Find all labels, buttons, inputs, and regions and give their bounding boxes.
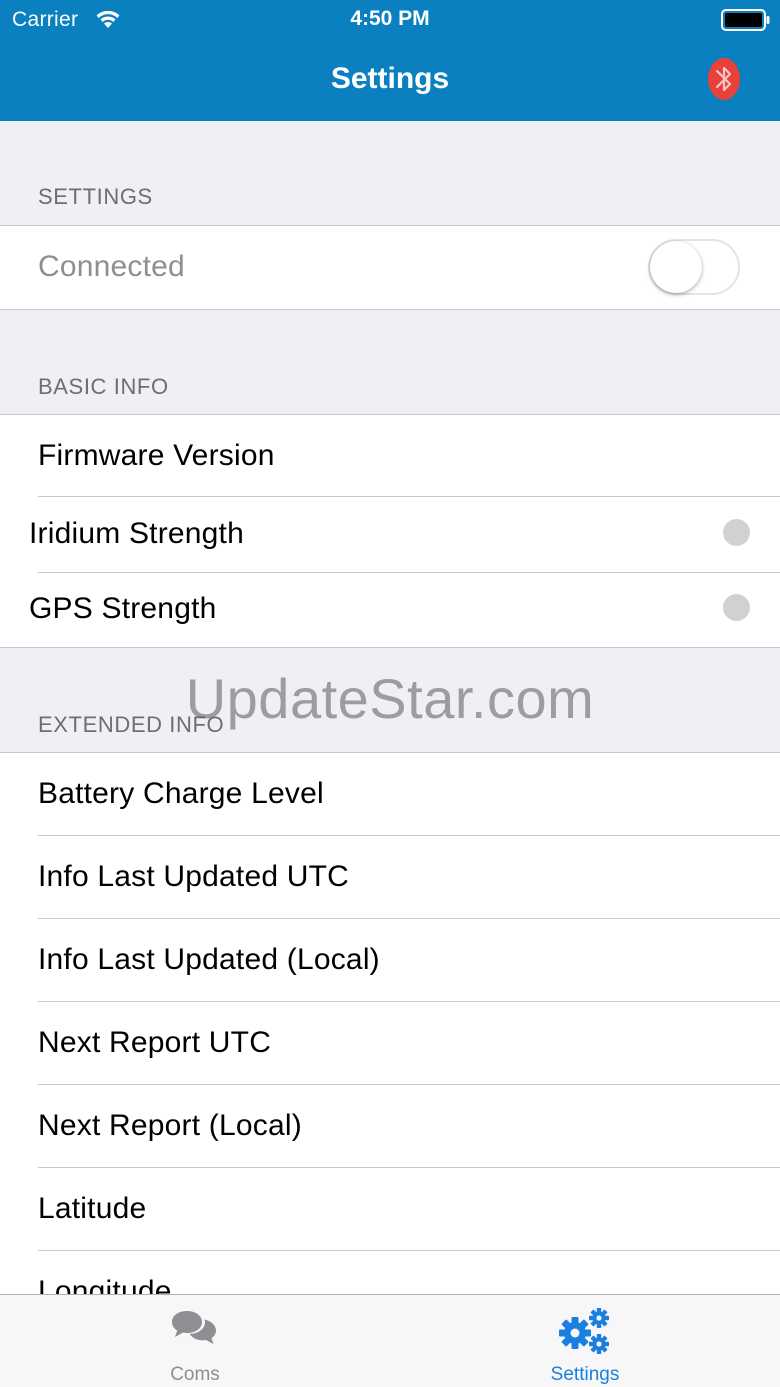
row-label: Info Last Updated UTC	[38, 860, 350, 893]
section-header-basic-info: BASIC INFO	[38, 374, 169, 399]
row-latitude[interactable]: Latitude	[0, 1168, 780, 1250]
basic-info-group: Firmware Version Iridium Strength GPS St…	[0, 414, 780, 648]
row-battery-charge-level[interactable]: Battery Charge Level	[0, 753, 780, 835]
page-title: Settings	[330, 62, 450, 95]
iridium-status-indicator	[723, 519, 750, 546]
row-info-last-updated-utc[interactable]: Info Last Updated UTC	[0, 836, 780, 918]
row-firmware-version[interactable]: Firmware Version	[0, 415, 780, 496]
tab-coms[interactable]: Coms	[0, 1295, 390, 1387]
connected-toggle[interactable]	[648, 239, 740, 295]
row-label: Firmware Version	[38, 439, 275, 472]
tab-settings[interactable]: Settings	[390, 1295, 780, 1387]
gears-icon	[559, 1308, 609, 1354]
settings-group: Connected	[0, 225, 780, 310]
row-next-report-utc[interactable]: Next Report UTC	[0, 1002, 780, 1084]
section-header-settings: SETTINGS	[38, 184, 153, 209]
section-header-extended-info: EXTENDED INFO	[38, 712, 225, 737]
chat-bubbles-icon	[172, 1311, 216, 1344]
battery-icon	[721, 9, 770, 31]
connected-label: Connected	[38, 250, 185, 283]
settings-table[interactable]: SETTINGS Connected BASIC INFO Firmware V…	[0, 121, 780, 1294]
extended-info-group: Battery Charge Level Info Last Updated U…	[0, 752, 780, 1294]
row-iridium-strength[interactable]: Iridium Strength	[0, 497, 780, 572]
tab-label-settings: Settings	[550, 1364, 620, 1385]
row-label: Latitude	[38, 1192, 147, 1225]
gps-status-indicator	[723, 594, 750, 621]
tab-label-coms: Coms	[170, 1364, 220, 1385]
toggle-knob	[650, 241, 702, 293]
row-info-last-updated-local[interactable]: Info Last Updated (Local)	[0, 919, 780, 1001]
row-next-report-local[interactable]: Next Report (Local)	[0, 1085, 780, 1167]
row-label: GPS Strength	[29, 592, 217, 625]
row-longitude[interactable]: Longitude	[0, 1251, 780, 1294]
row-label: Next Report UTC	[38, 1026, 272, 1059]
row-label: Info Last Updated (Local)	[38, 943, 380, 976]
navigation-bar: Carrier 4:50 PM Settings	[0, 0, 780, 121]
status-time: 4:50 PM	[350, 7, 430, 30]
tab-bar: Coms Settings	[0, 1294, 780, 1387]
row-label: Next Report (Local)	[38, 1109, 302, 1142]
row-label: Iridium Strength	[29, 517, 244, 550]
bluetooth-icon[interactable]	[706, 56, 742, 102]
row-gps-strength[interactable]: GPS Strength	[0, 573, 780, 647]
row-label: Battery Charge Level	[38, 777, 324, 810]
row-label: Longitude	[38, 1275, 172, 1294]
